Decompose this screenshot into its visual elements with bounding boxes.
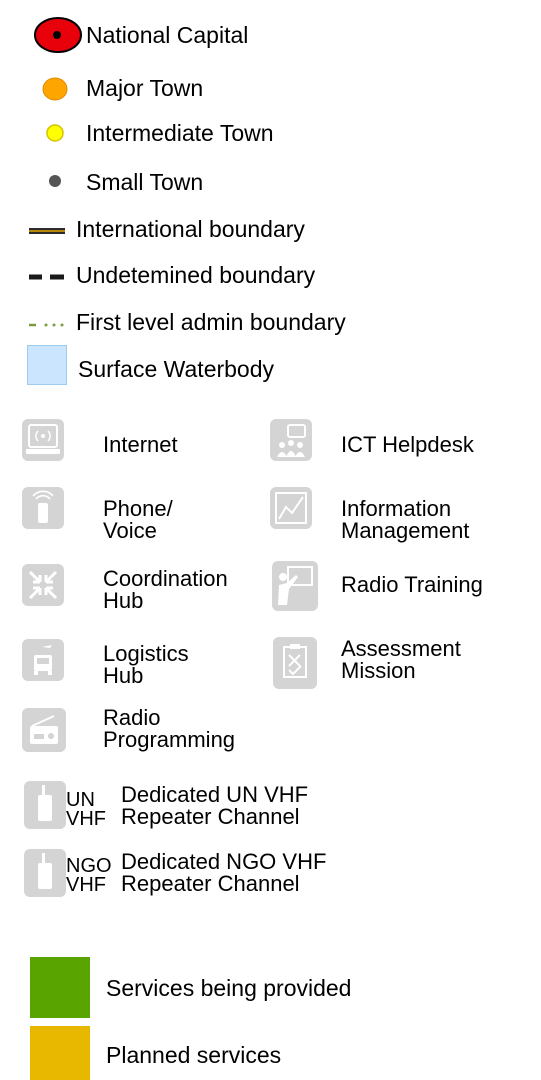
undetermined-boundary-line (28, 269, 66, 287)
service-label-assessment-mission: Assessment Mission (341, 636, 461, 683)
service-label-ict-helpdesk: ICT Helpdesk (341, 432, 474, 457)
national-capital-icon (33, 16, 83, 59)
small-town-icon (48, 174, 62, 193)
international-boundary-line (28, 223, 66, 241)
services-provided-swatch (30, 957, 90, 1018)
service-label-information-management: Information Management (341, 496, 470, 543)
repeater-label-ngo: Dedicated NGO VHF Repeater Channel (121, 849, 327, 896)
radio-training-icon (272, 561, 318, 611)
handheld-radio-icon (24, 781, 66, 829)
handheld-radio-icon (24, 849, 66, 897)
information-management-icon (270, 487, 312, 529)
legend-label-undetermined-boundary: Undetemined boundary (76, 262, 316, 288)
repeater-badge-ngo: NGO VHF (66, 855, 112, 896)
planned-services-swatch (30, 1026, 90, 1080)
intermediate-town-icon (45, 123, 65, 148)
radio-programming-icon (22, 708, 66, 752)
assessment-mission-icon (273, 637, 317, 689)
repeater-label-un: Dedicated UN VHF Repeater Channel (121, 782, 309, 829)
status-label-planned: Planned services (106, 1042, 282, 1068)
legend-label-surface-waterbody: Surface Waterbody (78, 356, 275, 382)
ict-helpdesk-icon (270, 419, 312, 461)
service-label-phone-voice: Phone/ Voice (103, 496, 173, 543)
internet-icon (22, 419, 64, 461)
major-town-icon (42, 77, 68, 106)
admin-boundary-line (28, 317, 68, 335)
legend-label-major-town: Major Town (86, 75, 204, 101)
coordination-hub-icon (22, 564, 64, 606)
service-label-radio-programming: Radio Programming (103, 705, 236, 752)
legend-label-national-capital: National Capital (86, 22, 249, 48)
legend-label-international-boundary: International boundary (76, 216, 305, 242)
phone-voice-icon (22, 487, 64, 529)
service-label-internet: Internet (103, 432, 178, 457)
repeater-badge-un: UN VHF (66, 789, 106, 830)
surface-waterbody-swatch (27, 345, 67, 385)
legend-label-admin-boundary: First level admin boundary (76, 309, 346, 335)
service-label-coordination-hub: Coordination Hub (103, 566, 228, 613)
legend-label-small-town: Small Town (86, 169, 204, 195)
service-label-radio-training: Radio Training (341, 572, 483, 597)
logistics-hub-icon (22, 639, 64, 681)
service-label-logistics-hub: Logistics Hub (103, 641, 189, 688)
status-label-provided: Services being provided (106, 975, 352, 1001)
legend-label-intermediate-town: Intermediate Town (86, 120, 274, 146)
